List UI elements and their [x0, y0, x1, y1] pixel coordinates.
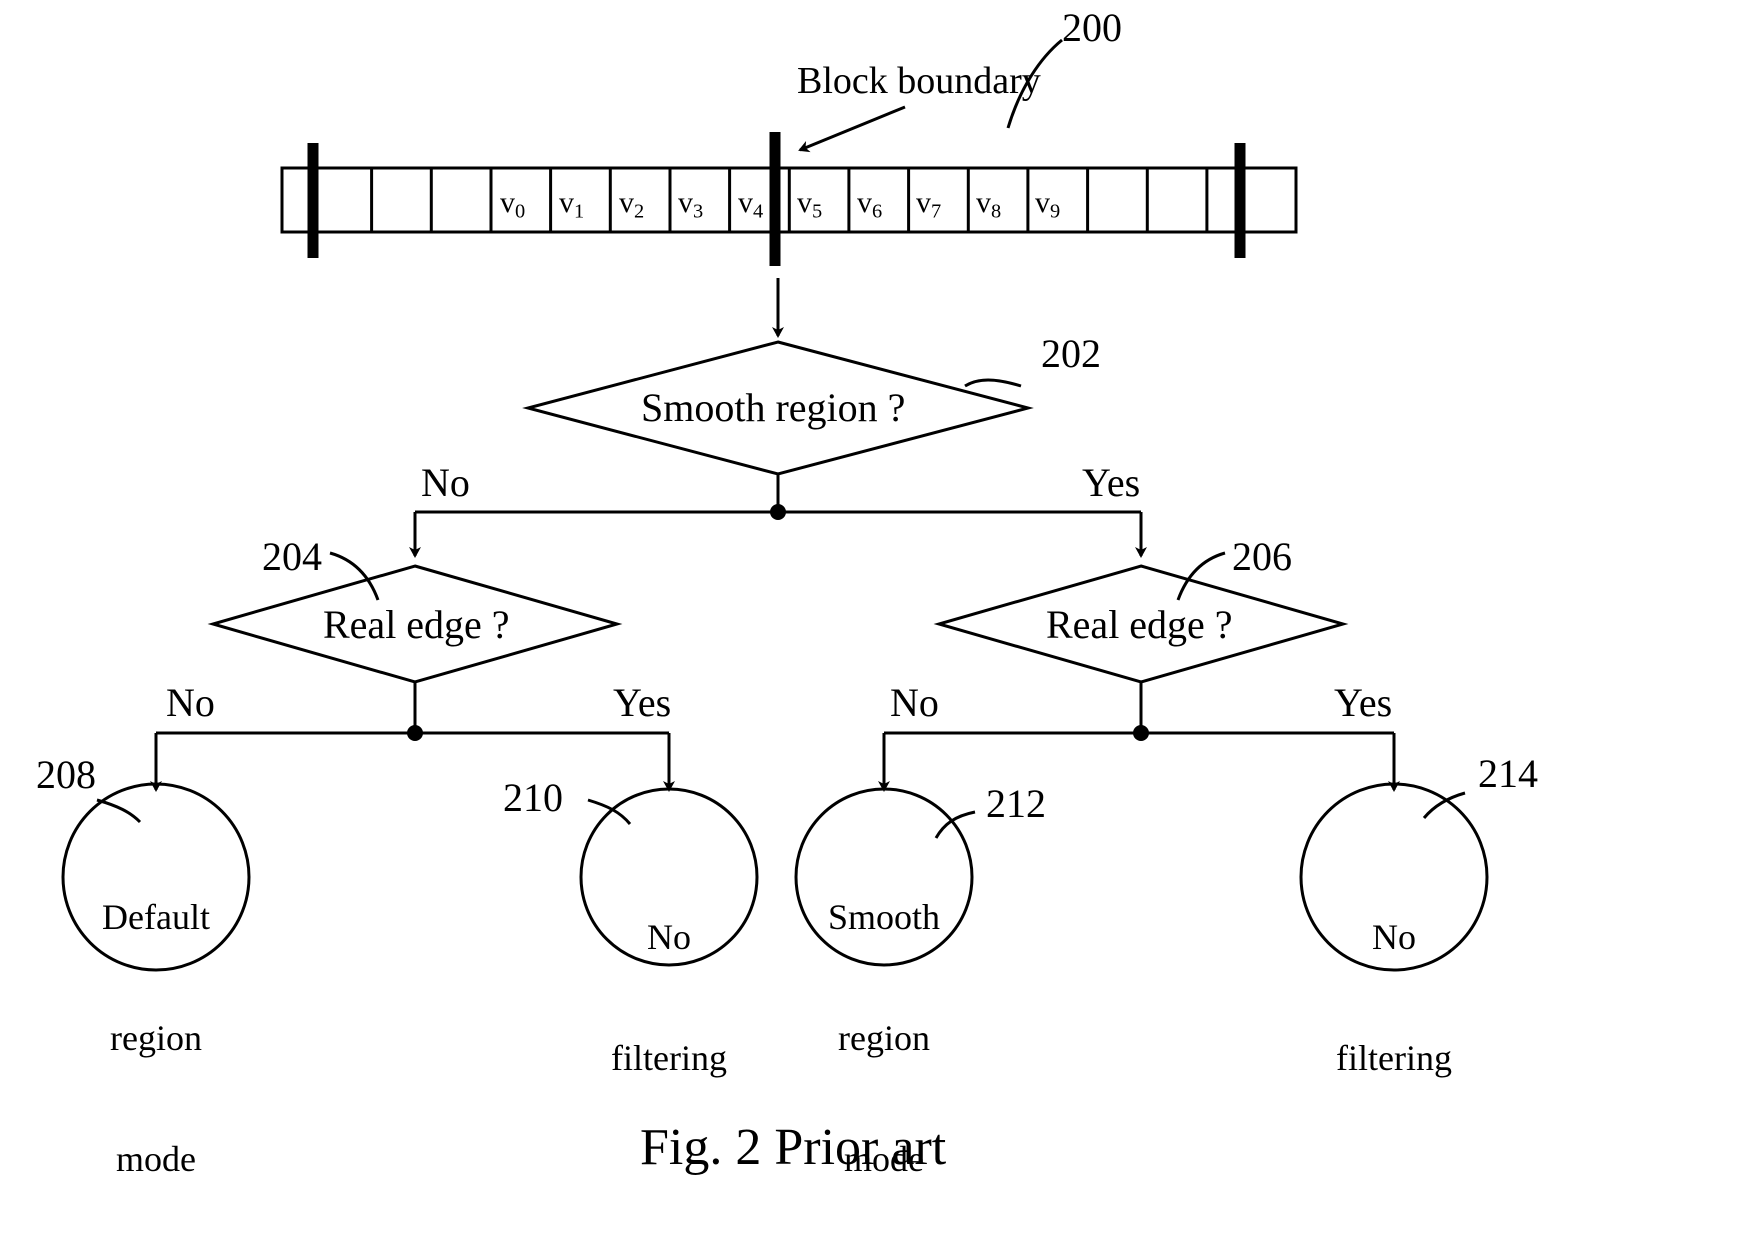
ref-number-212: 212	[986, 781, 1046, 826]
block-boundary-label: Block boundary	[797, 60, 1041, 102]
outcome-210-line2: filtering	[611, 1037, 727, 1078]
branch-label-right-no: No	[890, 680, 939, 725]
outcome-label-208: Default region mode	[56, 816, 256, 1259]
outcome-208-line2: region	[110, 1017, 202, 1058]
leader-214	[1422, 791, 1466, 819]
ref-number-202: 202	[1041, 331, 1101, 376]
ref-number-206: 206	[1232, 534, 1292, 579]
pixel-cell-v4: v4	[738, 186, 764, 223]
branch-bar-real-edge-left	[150, 682, 675, 792]
branch-label-left-no: No	[166, 680, 215, 725]
pixel-cell-v2: v2	[619, 186, 645, 223]
pixel-cell-v9: v9	[1035, 186, 1061, 223]
pixel-cell-v5: v5	[797, 186, 823, 223]
pixel-cell-v8: v8	[976, 186, 1002, 223]
outcome-212-line1: Smooth	[827, 896, 941, 937]
branch-label-right-yes: Yes	[1334, 680, 1393, 725]
pixel-cell-v3: v3	[678, 186, 704, 223]
outcome-208-line3: mode	[116, 1138, 196, 1179]
outcome-circles	[61, 782, 1489, 972]
ref-number-204: 204	[262, 534, 322, 579]
decision-label-real-edge-left: Real edge ?	[323, 602, 510, 647]
outcome-label-214: No filtering	[1294, 836, 1494, 1159]
ref-number-210: 210	[503, 775, 563, 820]
branch-label-left-yes: Yes	[613, 680, 672, 725]
leader-202	[964, 378, 1022, 388]
pixel-cell-v6: v6	[857, 186, 883, 223]
branch-label-smooth-yes: Yes	[1082, 460, 1141, 505]
branch-label-smooth-no: No	[421, 460, 470, 505]
branch-bar-real-edge-right	[878, 682, 1400, 792]
leader-204	[329, 551, 380, 601]
ref-number-208: 208	[36, 752, 96, 797]
outcome-label-210: No filtering	[569, 836, 769, 1159]
block-boundary-bold-lines	[307, 132, 1246, 266]
ref-number-214: 214	[1478, 751, 1538, 796]
pixel-cell-v1: v1	[559, 186, 585, 223]
branch-bar-smooth	[409, 474, 1147, 558]
decision-label-smooth-region: Smooth region ?	[641, 385, 906, 430]
outcome-214-line1: No	[1372, 916, 1416, 957]
outcome-208-line1: Default	[102, 896, 210, 937]
figure-caption: Fig. 2 Prior art	[640, 1119, 947, 1176]
pixel-cell-v7: v7	[916, 186, 942, 223]
outcome-212-line2: region	[838, 1017, 930, 1058]
pixel-row-group	[280, 38, 1298, 266]
outcome-210-line1: No	[647, 916, 691, 957]
patent-figure: 200 Block boundary v0 v1 v2 v3 v4 v5 v6 …	[0, 0, 1752, 1226]
outcome-214-line2: filtering	[1336, 1037, 1452, 1078]
pixel-cell-v0: v0	[500, 186, 526, 223]
outcome-label-212: Smooth region mode	[784, 816, 984, 1259]
leader-206	[1176, 551, 1226, 601]
ref-number-200: 200	[1062, 5, 1122, 50]
decision-label-real-edge-right: Real edge ?	[1046, 602, 1233, 647]
